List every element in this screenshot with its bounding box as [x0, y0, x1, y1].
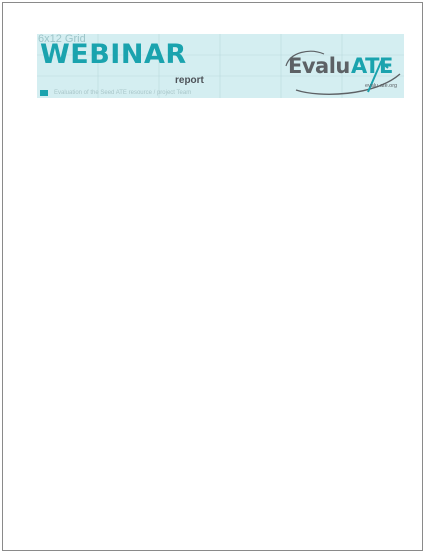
webinar-title: WEBINAR	[40, 39, 187, 70]
webinar-report-banner: 6x12 Grid WEBINAR report Evaluation of t…	[37, 34, 404, 98]
logo-ate-text: ATE	[351, 54, 393, 78]
faint-caption: Evaluation of the Seed ATE resource / pr…	[54, 90, 192, 96]
bullet-icon	[40, 90, 48, 96]
evaluate-logo: Evalu ATE evalu-ate.org	[280, 46, 404, 96]
report-subtitle: report	[175, 75, 204, 86]
logo-url: evalu-ate.org	[365, 83, 398, 89]
logo-evalu-text: Evalu	[288, 54, 350, 78]
document-page: 6x12 Grid WEBINAR report Evaluation of t…	[2, 2, 423, 551]
